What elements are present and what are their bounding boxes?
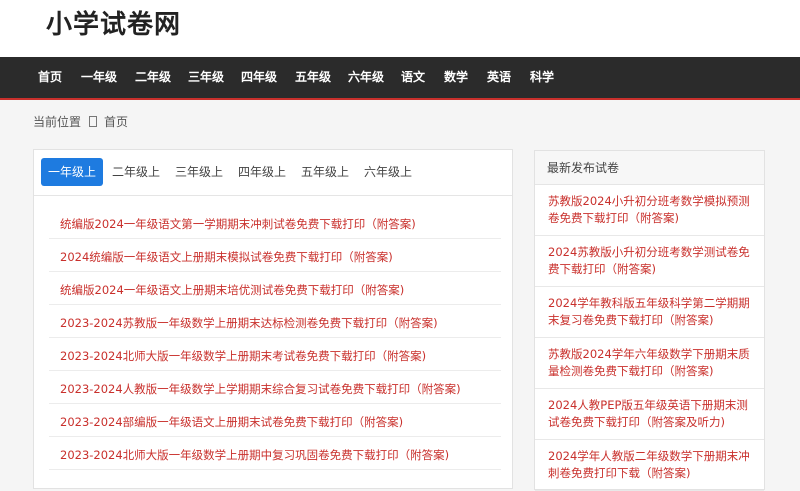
home-icon bbox=[89, 116, 98, 127]
nav-item-home[interactable]: 首页 bbox=[38, 57, 62, 98]
sidebar-link[interactable]: 2024人教PEP版五年级英语下册期末测试卷免费下载打印（附答案及听力) bbox=[548, 397, 754, 431]
breadcrumb: 当前位置 首页 bbox=[33, 113, 128, 130]
sidebar-link[interactable]: 苏教版2024学年六年级数学下册期末质量检测卷免费下载打印（附答案) bbox=[548, 346, 754, 380]
sidebar-item: 苏教版2024学年六年级数学下册期末质量检测卷免费下载打印（附答案) bbox=[535, 338, 764, 389]
latest-papers-panel: 最新发布试卷 苏教版2024小升初分班考数学模拟预测卷免费下载打印（附答案) 2… bbox=[534, 150, 765, 491]
nav-item-grade5[interactable]: 五年级 bbox=[295, 57, 331, 98]
tab-grade1-up[interactable]: 一年级上 bbox=[41, 158, 103, 186]
main-nav: 首页 一年级 二年级 三年级 四年级 五年级 六年级 语文 数学 英语 科学 bbox=[0, 57, 800, 100]
article-link[interactable]: 2023-2024北师大版一年级数学上册期末考试卷免费下载打印（附答案) bbox=[60, 348, 426, 364]
sidebar-link[interactable]: 2024学年人教版二年级数学下册期末冲刺卷免费打印下载（附答案) bbox=[548, 448, 754, 482]
list-item: 2023-2024北师大版一年级数学上册期中复习巩固卷免费下载打印（附答案) bbox=[49, 437, 501, 470]
nav-item-english[interactable]: 英语 bbox=[487, 57, 511, 98]
nav-item-chinese[interactable]: 语文 bbox=[401, 57, 425, 98]
tab-grade4-up[interactable]: 四年级上 bbox=[231, 158, 293, 186]
list-item: 统编版2024一年级语文上册期末培优测试卷免费下载打印（附答案) bbox=[49, 272, 501, 305]
list-item: 2024统编版一年级语文上册期末模拟试卷免费下载打印（附答案) bbox=[49, 239, 501, 272]
site-title[interactable]: 小学试卷网 bbox=[46, 4, 181, 41]
article-link[interactable]: 统编版2024一年级语文第一学期期末冲刺试卷免费下载打印（附答案) bbox=[60, 216, 416, 232]
site-header: 小学试卷网 bbox=[0, 0, 800, 57]
latest-papers-title: 最新发布试卷 bbox=[535, 151, 764, 185]
breadcrumb-label: 当前位置 bbox=[33, 115, 82, 129]
sidebar-link[interactable]: 2024苏教版小升初分班考数学测试卷免费下载打印（附答案) bbox=[548, 244, 754, 278]
nav-item-science[interactable]: 科学 bbox=[530, 57, 554, 98]
tab-grade2-up[interactable]: 二年级上 bbox=[105, 158, 167, 186]
tab-grade3-up[interactable]: 三年级上 bbox=[168, 158, 230, 186]
nav-item-math[interactable]: 数学 bbox=[444, 57, 468, 98]
sidebar-item: 2024人教PEP版五年级英语下册期末测试卷免费下载打印（附答案及听力) bbox=[535, 389, 764, 440]
list-item: 2023-2024人教版一年级数学上学期期末综合复习试卷免费下载打印（附答案) bbox=[49, 371, 501, 404]
article-link[interactable]: 2024统编版一年级语文上册期末模拟试卷免费下载打印（附答案) bbox=[60, 249, 393, 265]
nav-item-grade3[interactable]: 三年级 bbox=[188, 57, 224, 98]
article-link[interactable]: 2023-2024北师大版一年级数学上册期中复习巩固卷免费下载打印（附答案) bbox=[60, 447, 449, 463]
list-item: 2023-2024部编版一年级语文上册期末试卷免费下载打印（附答案) bbox=[49, 404, 501, 437]
grade-tabs: 一年级上 二年级上 三年级上 四年级上 五年级上 六年级上 bbox=[34, 150, 512, 196]
nav-item-grade4[interactable]: 四年级 bbox=[241, 57, 277, 98]
list-item: 2023-2024北师大版一年级数学上册期末考试卷免费下载打印（附答案) bbox=[49, 338, 501, 371]
list-item: 2023-2024苏教版一年级数学上册期末达标检测卷免费下载打印（附答案) bbox=[49, 305, 501, 338]
sidebar-item: 2024苏教版小升初分班考数学测试卷免费下载打印（附答案) bbox=[535, 236, 764, 287]
article-link[interactable]: 2023-2024苏教版一年级数学上册期末达标检测卷免费下载打印（附答案) bbox=[60, 315, 438, 331]
sidebar-link[interactable]: 2024学年教科版五年级科学第二学期期末复习卷免费下载打印（附答案) bbox=[548, 295, 754, 329]
nav-item-grade6[interactable]: 六年级 bbox=[348, 57, 384, 98]
sidebar-link[interactable]: 苏教版2024小升初分班考数学模拟预测卷免费下载打印（附答案) bbox=[548, 193, 754, 227]
article-link[interactable]: 2023-2024部编版一年级语文上册期末试卷免费下载打印（附答案) bbox=[60, 414, 403, 430]
sidebar-item: 苏教版2024小升初分班考数学模拟预测卷免费下载打印（附答案) bbox=[535, 185, 764, 236]
nav-item-grade2[interactable]: 二年级 bbox=[135, 57, 171, 98]
article-link[interactable]: 统编版2024一年级语文上册期末培优测试卷免费下载打印（附答案) bbox=[60, 282, 404, 298]
tab-grade6-up[interactable]: 六年级上 bbox=[357, 158, 419, 186]
article-panel: 一年级上 二年级上 三年级上 四年级上 五年级上 六年级上 统编版2024一年级… bbox=[33, 149, 513, 489]
breadcrumb-home-link[interactable]: 首页 bbox=[104, 115, 128, 129]
tab-grade5-up[interactable]: 五年级上 bbox=[294, 158, 356, 186]
sidebar-item: 2024学年人教版二年级数学下册期末冲刺卷免费打印下载（附答案) bbox=[535, 440, 764, 491]
article-link[interactable]: 2023-2024人教版一年级数学上学期期末综合复习试卷免费下载打印（附答案) bbox=[60, 381, 461, 397]
nav-item-grade1[interactable]: 一年级 bbox=[81, 57, 117, 98]
sidebar-item: 2024学年教科版五年级科学第二学期期末复习卷免费下载打印（附答案) bbox=[535, 287, 764, 338]
list-item: 统编版2024一年级语文第一学期期末冲刺试卷免费下载打印（附答案) bbox=[49, 206, 501, 239]
